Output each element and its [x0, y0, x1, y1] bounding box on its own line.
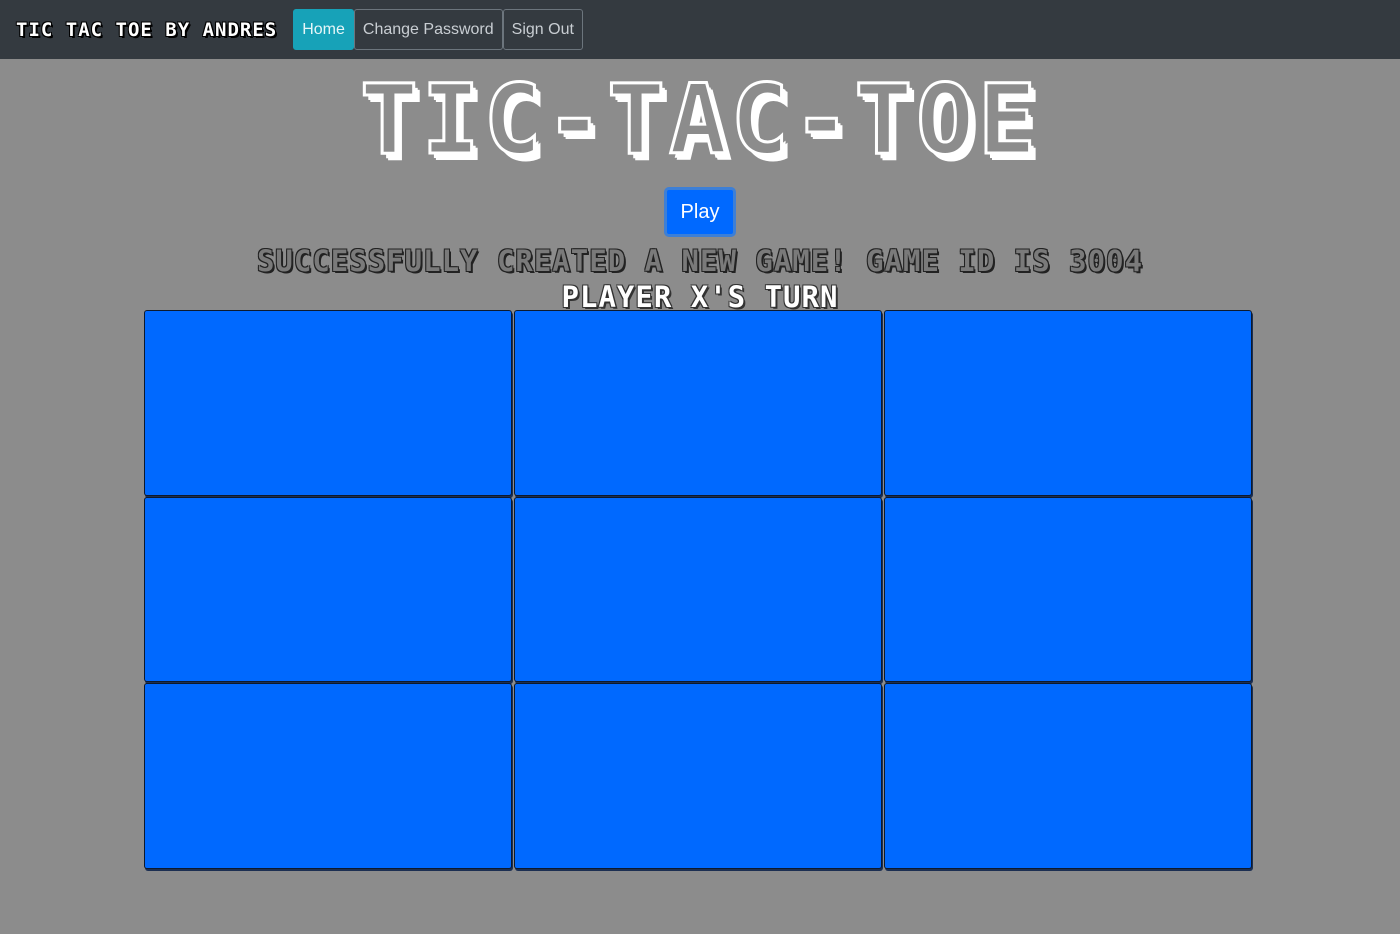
- board-cell-0[interactable]: [144, 310, 512, 496]
- play-button[interactable]: Play: [664, 187, 736, 237]
- navbar: TIC TAC TOE BY ANDRES Home Change Passwo…: [0, 0, 1400, 59]
- board-cell-6[interactable]: [144, 683, 512, 869]
- status-message: SUCCESSFULLY CREATED A NEW GAME! GAME ID…: [256, 244, 1144, 278]
- page-title: TIC-TAC-TOE: [359, 64, 1040, 176]
- board-cell-2[interactable]: [884, 310, 1252, 496]
- board-cell-8[interactable]: [884, 683, 1252, 869]
- main-content: TIC-TAC-TOE Play SUCCESSFULLY CREATED A …: [0, 59, 1400, 315]
- board-cell-4[interactable]: [514, 497, 882, 682]
- board-cell-7[interactable]: [514, 683, 882, 869]
- board-cell-5[interactable]: [884, 497, 1252, 682]
- game-board: [144, 310, 1254, 870]
- board-cell-3[interactable]: [144, 497, 512, 682]
- nav-change-password-button[interactable]: Change Password: [353, 9, 503, 50]
- board-cell-1[interactable]: [514, 310, 882, 496]
- brand-title: TIC TAC TOE BY ANDRES: [16, 18, 278, 41]
- nav-sign-out-button[interactable]: Sign Out: [502, 9, 583, 50]
- nav-home-button[interactable]: Home: [293, 9, 354, 50]
